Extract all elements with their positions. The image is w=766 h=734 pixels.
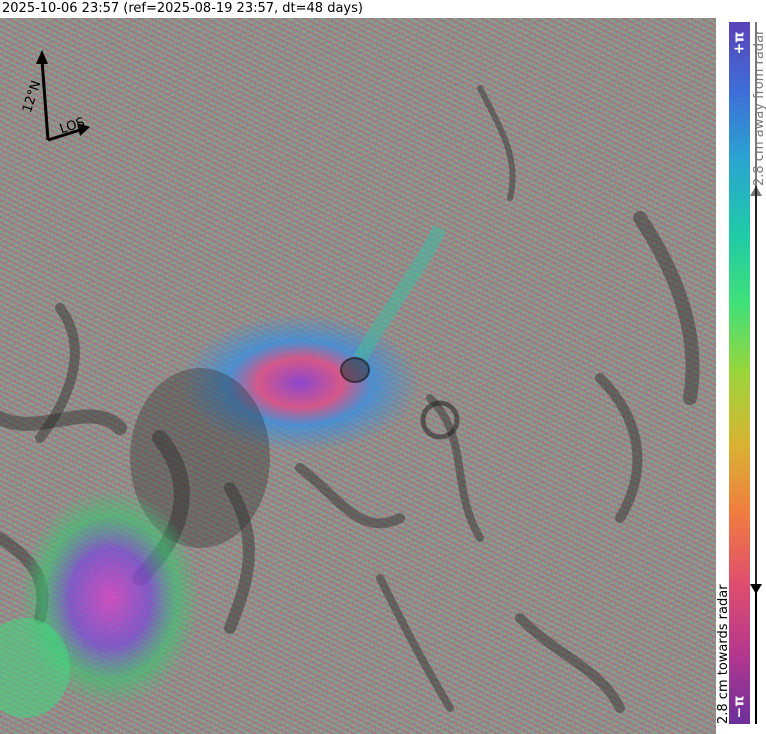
colorbar-mid-line	[755, 186, 757, 590]
towards-radar-label: 2.8 cm towards radar	[716, 584, 731, 724]
toward-indicator-line	[755, 590, 757, 724]
colorbar-max-label: +π	[731, 31, 748, 55]
interferogram-map[interactable]: 12°N LOS	[0, 18, 716, 734]
interferogram-title: 2025-10-06 23:57 (ref=2025-08-19 23:57, …	[2, 1, 363, 16]
north-arrow-icon	[40, 59, 50, 141]
phase-colorbar	[729, 22, 750, 724]
away-from-radar-label: 2.8 cm away from radar	[752, 29, 766, 186]
terrain-shading	[0, 85, 700, 718]
north-arrowhead-icon	[36, 50, 48, 64]
colorbar-min-label: −π	[731, 695, 748, 719]
